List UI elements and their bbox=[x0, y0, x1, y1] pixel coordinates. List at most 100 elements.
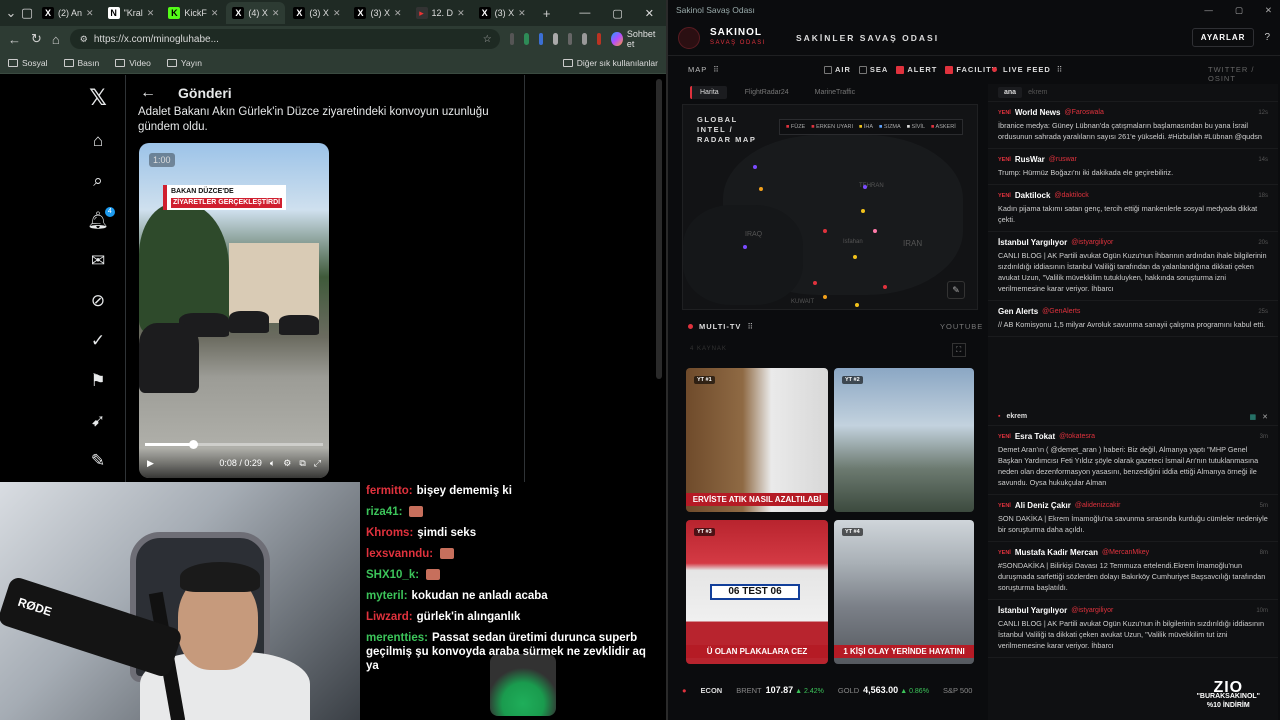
map-marker[interactable] bbox=[863, 185, 867, 189]
tweet-video[interactable]: 1:00 BAKAN DÜZCE'DE ZİYARETLER GERÇEKLEŞ… bbox=[139, 143, 329, 478]
author-name[interactable]: Ali Deniz Çakır bbox=[1015, 501, 1071, 510]
back-arrow-icon[interactable]: ← bbox=[140, 84, 156, 102]
tab-close-icon[interactable]: ✕ bbox=[518, 8, 526, 19]
author-name[interactable]: RusWar bbox=[1015, 155, 1045, 164]
map-marker[interactable] bbox=[753, 165, 757, 169]
bookmarks-icon[interactable]: ⚑ bbox=[90, 371, 105, 391]
browser-tab[interactable]: X (3) X ✕ bbox=[348, 2, 407, 24]
chat-username[interactable]: merentties: bbox=[366, 632, 428, 644]
browser-tab[interactable]: X (3) X ✕ bbox=[287, 2, 346, 24]
new-tab-button[interactable]: + bbox=[540, 6, 554, 21]
minimize-icon[interactable]: — bbox=[579, 7, 590, 20]
extension-icon[interactable] bbox=[509, 33, 515, 45]
bookmark-folder-yayin[interactable]: Yayın bbox=[166, 58, 202, 68]
notifications-icon[interactable]: 🔔︎ 4 bbox=[87, 207, 115, 231]
page-scrollbar[interactable] bbox=[656, 79, 662, 379]
pip-icon[interactable]: ⧉ bbox=[299, 458, 305, 469]
radar-map[interactable]: GLOBAL INTEL / RADAR MAP ■ FÜZE ■ ERKEN U… bbox=[682, 104, 978, 310]
refresh-icon[interactable]: ↻ bbox=[31, 31, 42, 47]
author-handle[interactable]: @Faroswala bbox=[1064, 109, 1103, 116]
verified-icon[interactable]: ✓ bbox=[91, 331, 105, 351]
tab-flightradar[interactable]: FlightRadar24 bbox=[737, 86, 797, 99]
search-icon[interactable]: ⌕ bbox=[93, 171, 103, 191]
map-marker[interactable] bbox=[813, 281, 817, 285]
map-marker[interactable] bbox=[743, 245, 747, 249]
filter-facility[interactable]: FACILITY bbox=[945, 65, 997, 74]
filter-sea[interactable]: SEA bbox=[858, 65, 888, 74]
workspace-icon[interactable]: ▢ bbox=[20, 5, 34, 21]
checkbox[interactable] bbox=[858, 65, 867, 74]
browser-tab[interactable]: N "Kral ✕ bbox=[102, 2, 161, 24]
extension-icon[interactable] bbox=[567, 33, 573, 45]
feed-item[interactable]: İstanbul Yargılıyor @istyargiliyor 10m CANL… bbox=[988, 600, 1278, 658]
author-handle[interactable]: @daktilock bbox=[1054, 192, 1088, 199]
feed-item[interactable]: İstanbul Yargılıyor @istyargiliyor 20s CANL… bbox=[988, 232, 1278, 301]
tab-close-icon[interactable]: ✕ bbox=[272, 8, 280, 19]
copilot-button[interactable]: Sohbet et bbox=[611, 29, 658, 49]
bookmark-folder-video[interactable]: Video bbox=[115, 58, 151, 68]
author-handle[interactable]: @tokatesra bbox=[1059, 433, 1095, 440]
fullscreen-icon[interactable]: ⛶ bbox=[952, 343, 967, 357]
tab-list-icon[interactable]: ⌄ bbox=[4, 5, 18, 21]
author-handle[interactable]: @ruswar bbox=[1049, 156, 1077, 163]
chat-username[interactable]: myteril: bbox=[366, 590, 408, 602]
x-logo-icon[interactable]: 𝕏 bbox=[89, 85, 107, 111]
author-name[interactable]: Mustafa Kadir Mercan bbox=[1015, 548, 1098, 557]
url-field[interactable]: ⚙ https://x.com/minogluhabe... ☆ bbox=[69, 29, 500, 49]
feed-item[interactable]: YENİ Daktilock @daktilock 18s Kadın pijama t… bbox=[988, 185, 1278, 232]
volume-icon[interactable]: 🔈︎ bbox=[270, 458, 275, 469]
feed-item[interactable]: Gen Alerts @GenAlerts 25s // AB Komisyonu 1… bbox=[988, 301, 1278, 337]
author-name[interactable]: Gen Alerts bbox=[998, 307, 1038, 316]
home-icon[interactable]: ⌂ bbox=[52, 32, 60, 47]
bookmark-folder-sosyal[interactable]: Sosyal bbox=[8, 58, 48, 68]
map-marker[interactable] bbox=[823, 295, 827, 299]
play-icon[interactable]: ▶ bbox=[147, 458, 154, 469]
checkbox[interactable] bbox=[896, 65, 905, 74]
author-name[interactable]: İstanbul Yargılıyor bbox=[998, 238, 1067, 247]
chat-username[interactable]: riza41: bbox=[366, 506, 402, 518]
settings-button[interactable]: AYARLAR bbox=[1191, 28, 1255, 47]
minimize-icon[interactable]: — bbox=[1204, 5, 1213, 16]
edit-map-icon[interactable]: ✎ bbox=[947, 281, 965, 299]
fullscreen-icon[interactable]: ⤢ bbox=[314, 458, 321, 469]
other-bookmarks[interactable]: Diğer sık kullanılanlar bbox=[562, 58, 658, 68]
author-handle[interactable]: @alidenizcakir bbox=[1075, 502, 1121, 509]
map-marker[interactable] bbox=[853, 255, 857, 259]
feed-item[interactable]: YENİ Esra Tokat @tokatesra 3m Demet Aran'ın … bbox=[988, 426, 1278, 495]
extension-icon[interactable] bbox=[538, 33, 544, 45]
chat-username[interactable]: Liwzard: bbox=[366, 611, 413, 623]
tv-tile[interactable]: YT #1 ERVİSTE ATIK NASIL AZALTILABİ bbox=[686, 368, 828, 512]
author-name[interactable]: İstanbul Yargılıyor bbox=[998, 606, 1067, 615]
tab-close-icon[interactable]: ✕ bbox=[147, 8, 155, 19]
tab-close-icon[interactable]: ✕ bbox=[211, 8, 219, 19]
filter-air[interactable]: AIR bbox=[824, 65, 851, 74]
extension-icon[interactable] bbox=[582, 33, 587, 45]
map-marker[interactable] bbox=[861, 209, 865, 213]
favorite-star-icon[interactable]: ☆ bbox=[483, 34, 492, 45]
tv-tile[interactable]: YT #3 06 TEST 06 Ü OLAN PLAKALARA CEZ bbox=[686, 520, 828, 664]
feed-item[interactable]: YENİ World News @Faroswala 12s İbranice medy… bbox=[988, 102, 1278, 149]
copy-icon[interactable]: ▦ bbox=[1250, 413, 1257, 421]
tab-harita[interactable]: Harita bbox=[690, 86, 727, 99]
tab-close-icon[interactable]: ✕ bbox=[394, 8, 402, 19]
tab-close-icon[interactable]: ✕ bbox=[86, 8, 94, 19]
grok-icon[interactable]: ⊘ bbox=[91, 291, 105, 311]
author-name[interactable]: Daktilock bbox=[1015, 191, 1051, 200]
browser-tab[interactable]: ▸ 12. D ✕ bbox=[410, 2, 471, 24]
maximize-icon[interactable]: ▢ bbox=[612, 7, 622, 20]
chat-username[interactable]: SHX10_k: bbox=[366, 569, 419, 581]
chat-username[interactable]: fermitto: bbox=[366, 485, 413, 497]
checkbox[interactable] bbox=[824, 65, 832, 74]
compose-icon[interactable]: ✎ bbox=[91, 451, 105, 471]
tv-tile[interactable]: YT #4 1 KİŞİ OLAY YERİNDE HAYATINI bbox=[834, 520, 974, 664]
close-icon[interactable]: ✕ bbox=[1265, 5, 1272, 16]
browser-tab[interactable]: X (3) X ✕ bbox=[473, 2, 532, 24]
browser-tab[interactable]: X (2) An ✕ bbox=[36, 2, 100, 24]
tab-close-icon[interactable]: ✕ bbox=[457, 8, 465, 19]
video-progress[interactable] bbox=[145, 440, 323, 449]
messages-icon[interactable]: ✉ bbox=[91, 251, 105, 271]
close-icon[interactable]: ✕ bbox=[645, 7, 654, 20]
maximize-icon[interactable]: ▢ bbox=[1235, 5, 1243, 16]
author-name[interactable]: Esra Tokat bbox=[1015, 432, 1055, 441]
map-marker[interactable] bbox=[873, 229, 877, 233]
